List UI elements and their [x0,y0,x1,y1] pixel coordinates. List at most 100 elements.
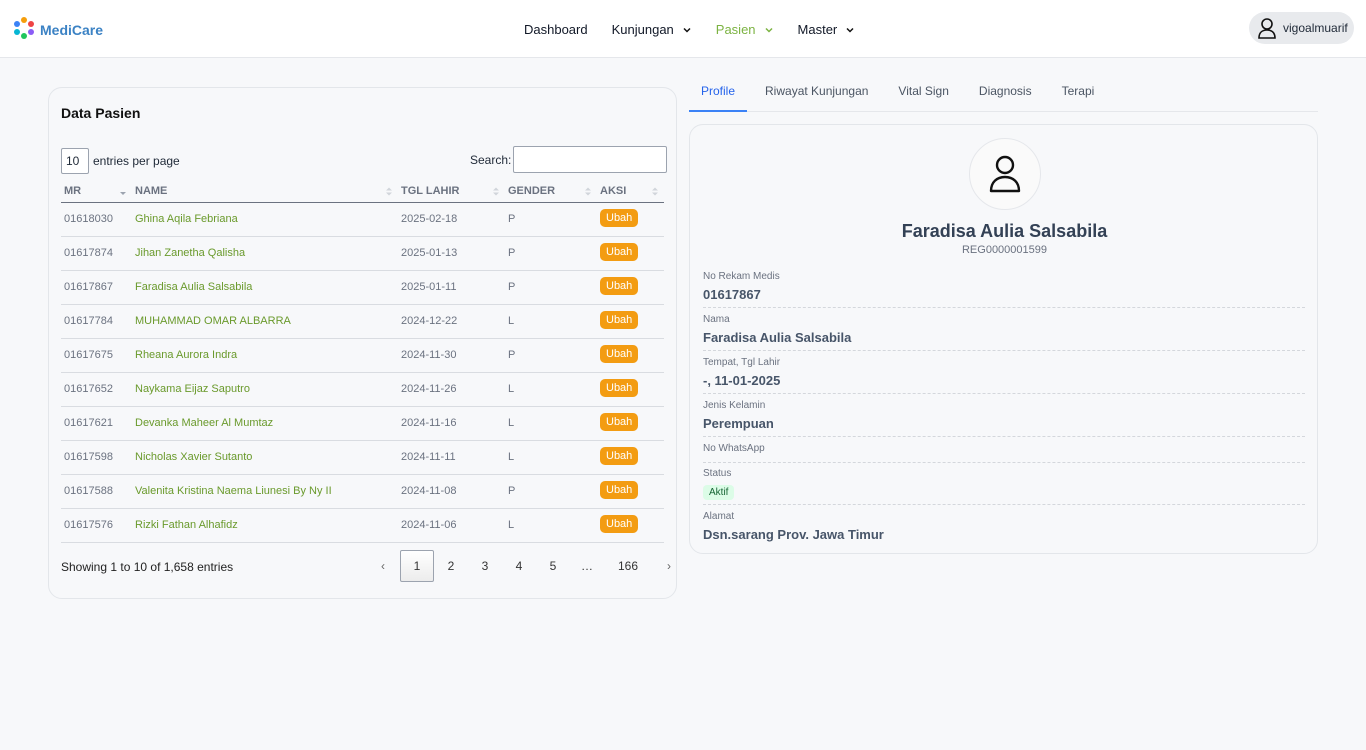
cell-name-link[interactable]: Nicholas Xavier Sutanto [132,440,398,475]
tab-terapi[interactable]: Terapi [1050,70,1107,112]
column-header-mr[interactable]: MR [61,180,132,203]
table-row[interactable]: 01617867 Faradisa Aulia Salsabila 2025-0… [61,270,664,305]
edit-button[interactable]: Ubah [600,276,639,295]
nav-kunjungan[interactable]: Kunjungan [612,22,692,37]
tab-profile[interactable]: Profile [689,70,748,112]
tab-vital-sign[interactable]: Vital Sign [886,70,960,112]
main-nav: Dashboard Kunjungan Pasien Master [524,22,879,37]
cell-action: Ubah [597,508,664,543]
page-button-2[interactable]: 2 [434,550,468,582]
cell-gender: L [505,440,597,475]
user-menu[interactable]: vigoalmuarif [1249,12,1354,44]
column-header-gender[interactable]: GENDER [505,180,597,203]
table-row[interactable]: 01617874 Jihan Zanetha Qalisha 2025-01-1… [61,236,664,271]
column-header-name[interactable]: NAME [132,180,398,203]
field-label: Jenis Kelamin [703,400,766,411]
cell-name-link[interactable]: Rizki Fathan Alhafidz [132,508,398,543]
cell-name-link[interactable]: Rheana Aurora Indra [132,338,398,373]
cell-name-link[interactable]: Naykama Eijaz Saputro [132,372,398,407]
nav-master[interactable]: Master [798,22,856,37]
cell-gender: L [505,372,597,407]
field-value: -, 11-01-2025 [703,373,781,388]
column-header-dob[interactable]: TGL LAHIR [398,180,505,203]
patients-card: Data Pasien 10 entries per page Search: … [48,87,677,599]
table-row[interactable]: 01617588 Valenita Kristina Naema Liunesi… [61,474,664,509]
field-label: Tempat, Tgl Lahir [703,357,781,368]
nav-label: Pasien [715,22,756,37]
page-button-3[interactable]: 3 [468,550,502,582]
edit-button[interactable]: Ubah [600,344,639,363]
edit-button[interactable]: Ubah [600,378,639,397]
cell-mr: 01617588 [61,474,132,509]
tab-riwayat-kunjungan[interactable]: Riwayat Kunjungan [753,70,880,112]
user-icon [989,155,1021,193]
sort-icon [585,187,591,196]
tab-diagnosis[interactable]: Diagnosis [967,70,1044,112]
cell-action: Ubah [597,372,664,407]
edit-button[interactable]: Ubah [600,446,639,465]
cell-name-link[interactable]: Jihan Zanetha Qalisha [132,236,398,271]
edit-button[interactable]: Ubah [600,412,639,431]
cell-gender: P [505,270,597,305]
cell-mr: 01617621 [61,406,132,441]
cell-mr: 01617874 [61,236,132,271]
page-button-4[interactable]: 4 [502,550,536,582]
chevron-down-icon [846,27,854,33]
sort-icon [386,187,392,196]
page-button-1[interactable]: 1 [400,550,434,582]
chevron-down-icon [683,27,691,33]
edit-button[interactable]: Ubah [600,242,639,261]
nav-dashboard[interactable]: Dashboard [524,22,588,37]
nav-pasien[interactable]: Pasien [716,22,774,37]
profile-name: Faradisa Aulia Salsabila [901,221,1108,241]
cell-mr: 01618030 [61,202,132,237]
field-value: Faradisa Aulia Salsabila [703,330,852,345]
profile-card: Faradisa Aulia Salsabila REG0000001599 N… [689,124,1318,554]
edit-button[interactable]: Ubah [600,208,639,227]
cell-action: Ubah [597,270,664,305]
table-row[interactable]: 01617576 Rizki Fathan Alhafidz 2024-11-0… [61,508,664,543]
page-button-last[interactable]: 166 [604,550,652,582]
cell-name-link[interactable]: Faradisa Aulia Salsabila [132,270,398,305]
next-page-button[interactable]: › [652,550,686,582]
table-row[interactable]: 01617652 Naykama Eijaz Saputro 2024-11-2… [61,372,664,407]
chevron-down-icon [765,27,773,33]
prev-page-button[interactable]: ‹ [366,550,400,582]
sort-icon [120,192,126,195]
nav-label: Master [797,22,838,37]
cell-mr: 01617576 [61,508,132,543]
nav-label: Dashboard [524,22,588,37]
cell-gender: P [505,236,597,271]
search-input[interactable] [513,146,668,173]
edit-button[interactable]: Ubah [600,514,639,533]
cell-dob: 2024-11-11 [398,440,505,475]
field-label: Status [703,468,732,479]
cell-action: Ubah [597,406,664,441]
cell-name-link[interactable]: Devanka Maheer Al Mumtaz [132,406,398,441]
column-header-action[interactable]: AKSI [597,180,664,203]
entries-per-page-select[interactable]: 10 [61,148,89,174]
edit-button[interactable]: Ubah [600,310,639,329]
cell-dob: 2024-11-26 [398,372,505,407]
page-button-5[interactable]: 5 [536,550,570,582]
brand[interactable]: MediCare [12,16,103,43]
table-row[interactable]: 01617675 Rheana Aurora Indra 2024-11-30 … [61,338,664,373]
field-value: Perempuan [703,416,774,431]
table-row[interactable]: 01617621 Devanka Maheer Al Mumtaz 2024-1… [61,406,664,441]
cell-gender: L [505,406,597,441]
cell-dob: 2025-01-11 [398,270,505,305]
table-row[interactable]: 01618030 Ghina Aqila Febriana 2025-02-18… [61,202,664,237]
field-label: Nama [703,314,730,325]
cell-gender: P [505,202,597,237]
field-nama: Nama Faradisa Aulia Salsabila [703,314,1305,351]
cell-name-link[interactable]: Ghina Aqila Febriana [132,202,398,237]
top-navbar: MediCare Dashboard Kunjungan Pasien Mast… [0,0,1366,58]
table-row[interactable]: 01617598 Nicholas Xavier Sutanto 2024-11… [61,440,664,475]
cell-name-link[interactable]: Valenita Kristina Naema Liunesi By Ny II [132,474,398,509]
cell-dob: 2025-01-13 [398,236,505,271]
table-row[interactable]: 01617784 MUHAMMAD OMAR ALBARRA 2024-12-2… [61,304,664,339]
detail-tabs: Profile Riwayat Kunjungan Vital Sign Dia… [689,70,1318,112]
edit-button[interactable]: Ubah [600,480,639,499]
cell-gender: L [505,508,597,543]
cell-name-link[interactable]: MUHAMMAD OMAR ALBARRA [132,304,398,339]
